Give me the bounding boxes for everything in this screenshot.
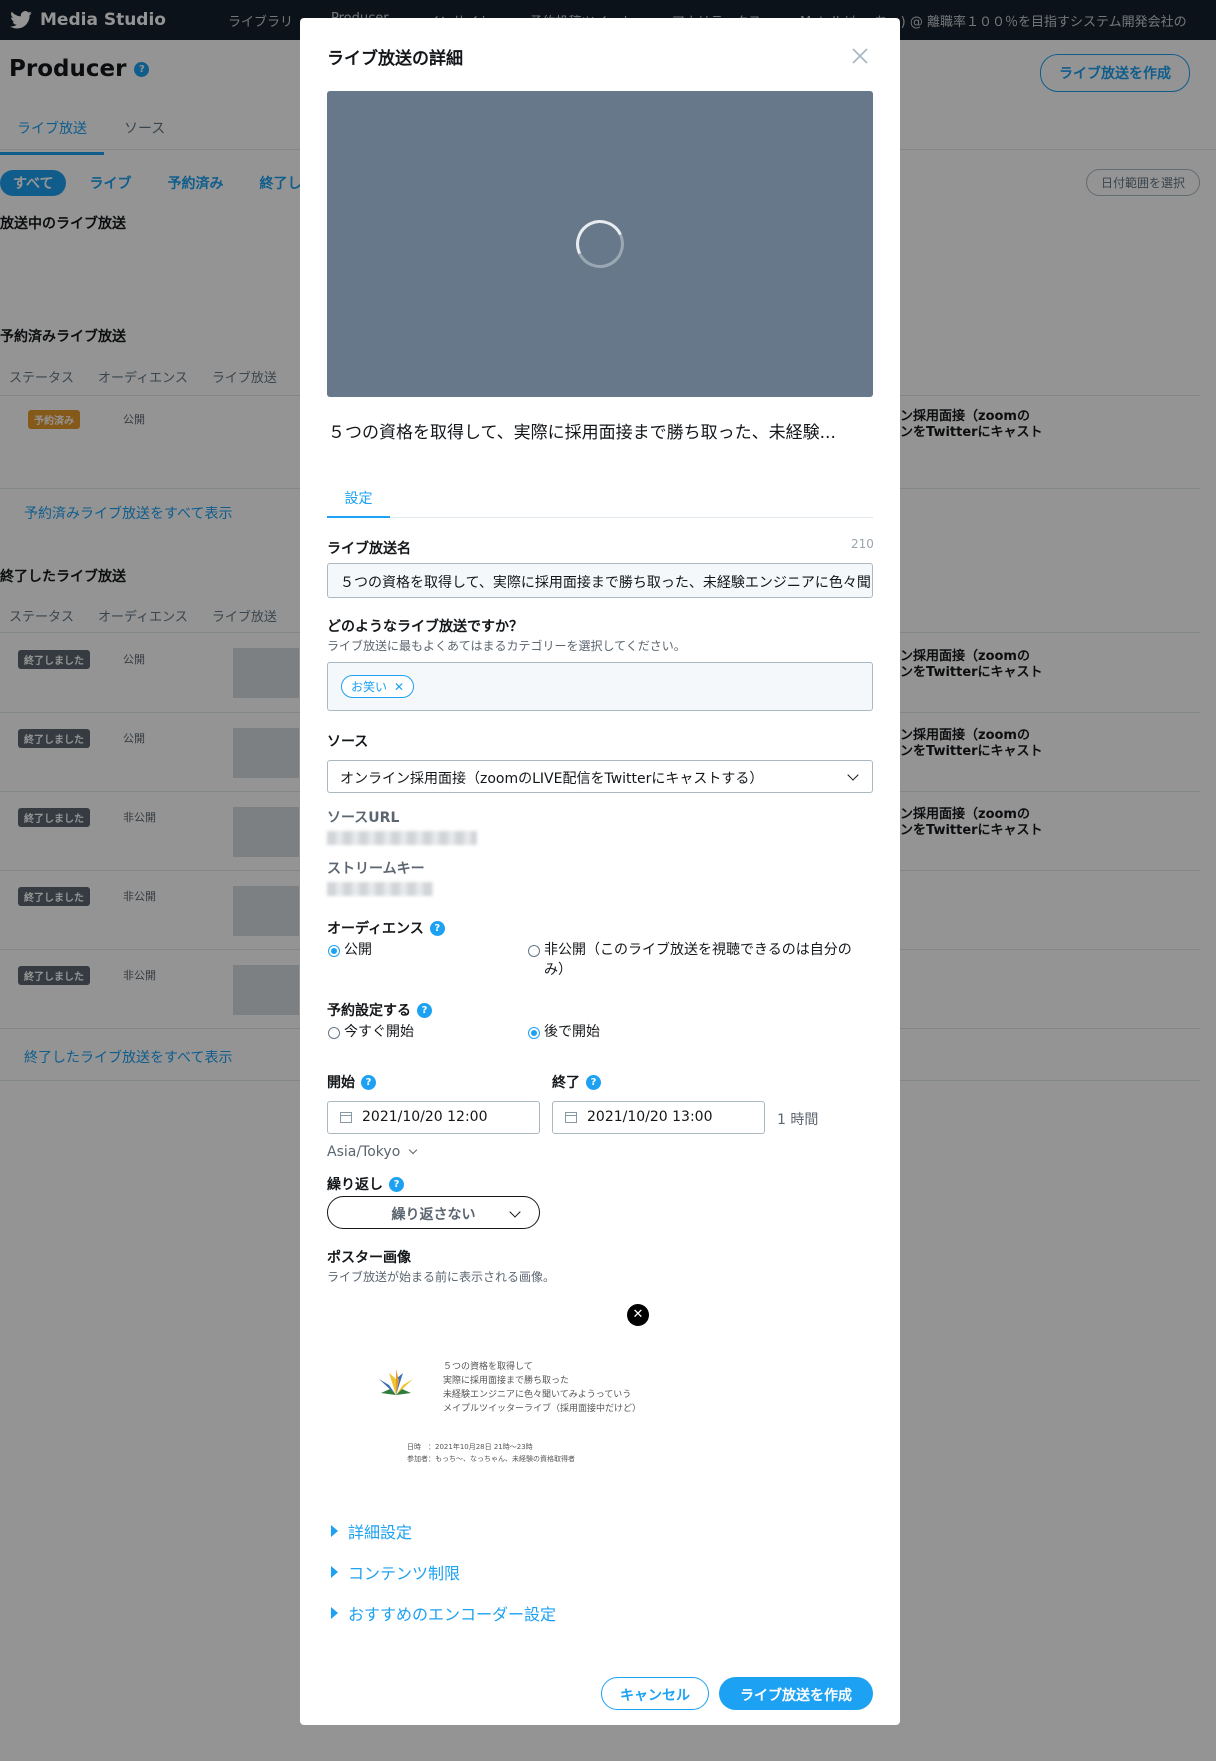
stream-key-label-text: ストリームキー — [327, 861, 425, 877]
help-icon[interactable]: ? — [586, 1074, 601, 1090]
caret-right-icon — [331, 1566, 338, 1578]
duration-text: 1 時間 — [777, 1112, 819, 1128]
end-datetime-input[interactable]: 2021/10/20 13:00 — [552, 1101, 765, 1134]
help-icon[interactable]: ? — [389, 1176, 404, 1192]
chevron-down-icon — [409, 1145, 418, 1155]
modal-title: ライブ放送の詳細 — [327, 49, 463, 69]
radio-unselected-icon[interactable] — [528, 945, 540, 957]
close-icon[interactable] — [848, 44, 872, 68]
loading-spinner-icon — [569, 213, 631, 275]
help-icon[interactable]: ? — [417, 1002, 432, 1018]
calendar-icon — [565, 1112, 577, 1123]
start-datetime-value: 2021/10/20 12:00 — [362, 1109, 488, 1125]
repeat-label-text: 繰り返し — [327, 1177, 383, 1193]
audience-private-label: 非公開（このライブ放送を視聴できるのは自分のみ） — [544, 942, 852, 978]
source-select-value: オンライン採用面接（zoomのLIVE配信をTwitterにキャストする） — [340, 771, 764, 787]
start-now-radio[interactable]: 今すぐ開始 — [328, 1022, 414, 1042]
category-label: どのようなライブ放送ですか？ — [327, 616, 523, 636]
chevron-down-icon — [847, 769, 859, 781]
category-label-text: どのようなライブ放送ですか？ — [327, 619, 523, 635]
create-broadcast-button[interactable]: ライブ放送を作成 — [719, 1677, 873, 1710]
end-label: 終了 ? — [552, 1072, 601, 1092]
audience-private-radio[interactable]: 非公開（このライブ放送を視聴できるのは自分のみ） — [528, 940, 858, 980]
source-label: ソース — [327, 731, 368, 751]
audience-label: オーディエンス ? — [327, 918, 445, 938]
caret-right-icon — [331, 1525, 338, 1537]
start-label: 開始 ? — [327, 1072, 376, 1092]
poster-date: 日時 ：2021年10月28日 21時〜23時 — [407, 1443, 533, 1451]
broadcast-name-input[interactable]: ５つの資格を取得して、実際に採用面接まで勝ち取った、未経験エンジニアに色々聞 — [327, 563, 873, 598]
audience-label-text: オーディエンス — [327, 921, 424, 937]
audience-public-radio[interactable]: 公開 — [328, 940, 372, 960]
source-url-label: ソースURL — [327, 807, 399, 827]
help-icon[interactable]: ? — [429, 920, 445, 936]
stream-key-label: ストリームキー — [327, 858, 425, 878]
broadcast-name-label: ライブ放送名 — [327, 538, 411, 558]
source-url-redacted — [327, 831, 477, 845]
radio-unselected-icon[interactable] — [328, 1027, 340, 1039]
category-input[interactable]: お笑い ✕ — [327, 662, 873, 711]
encoder-settings-toggle[interactable]: おすすめのエンコーダー設定 — [331, 1601, 556, 1625]
character-counter: 210 — [851, 537, 874, 551]
remove-poster-icon[interactable]: ✕ — [627, 1304, 649, 1326]
timezone-select[interactable]: Asia/Tokyo — [327, 1144, 418, 1160]
audience-public-label: 公開 — [344, 942, 372, 958]
poster-text: 未経験エンジニアに色々聞いてみようっていう — [443, 1390, 632, 1400]
content-restrictions-toggle[interactable]: コンテンツ制限 — [331, 1560, 460, 1584]
chevron-down-icon — [509, 1206, 521, 1218]
radio-selected-icon[interactable] — [328, 945, 340, 957]
broadcast-title: ５つの資格を取得して、実際に採用面接まで勝ち取った、未経験... — [328, 423, 836, 443]
poster-text: メイプルツイッターライブ（採用面接中だけど） — [443, 1404, 642, 1414]
content-restrictions-label: コンテンツ制限 — [348, 1564, 461, 1583]
poster-help: ライブ放送が始まる前に表示される画像。 — [327, 1270, 556, 1284]
timezone-value: Asia/Tokyo — [327, 1144, 401, 1160]
advanced-settings-label: 詳細設定 — [348, 1523, 413, 1542]
cancel-button[interactable]: キャンセル — [601, 1677, 709, 1710]
poster-label: ポスター画像 — [327, 1247, 411, 1267]
help-icon[interactable]: ? — [361, 1074, 376, 1090]
stream-key-redacted — [327, 882, 433, 896]
source-select[interactable]: オンライン採用面接（zoomのLIVE配信をTwitterにキャストする） — [327, 760, 873, 793]
start-label-text: 開始 — [327, 1075, 355, 1091]
poster-text: ５つの資格を取得して — [443, 1362, 533, 1372]
repeat-select[interactable]: 繰り返さない — [327, 1196, 540, 1229]
schedule-label: 予約設定する ? — [327, 1000, 432, 1020]
repeat-select-value: 繰り返さない — [391, 1207, 476, 1223]
advanced-settings-toggle[interactable]: 詳細設定 — [331, 1519, 412, 1543]
category-help: ライブ放送に最もよくあてはまるカテゴリーを選択してください。 — [327, 639, 686, 653]
poster-image[interactable]: ５つの資格を取得して 実際に採用面接まで勝ち取った 未経験エンジニアに色々聞いて… — [327, 1306, 647, 1496]
poster-label-text: ポスター画像 — [327, 1250, 411, 1266]
radio-selected-icon[interactable] — [528, 1027, 540, 1039]
source-label-text: ソース — [327, 734, 369, 750]
category-chip[interactable]: お笑い ✕ — [341, 675, 415, 698]
caret-right-icon — [331, 1607, 338, 1619]
repeat-label: 繰り返し ? — [327, 1174, 404, 1194]
maple-leaf-logo-icon — [379, 1369, 413, 1395]
encoder-settings-label: おすすめのエンコーダー設定 — [348, 1605, 557, 1624]
calendar-icon — [340, 1112, 352, 1123]
start-later-radio[interactable]: 後で開始 — [528, 1022, 600, 1042]
schedule-label-text: 予約設定する — [327, 1003, 411, 1019]
remove-chip-icon[interactable]: ✕ — [394, 680, 404, 694]
start-now-label: 今すぐ開始 — [344, 1024, 414, 1040]
category-chip-label: お笑い — [351, 680, 388, 694]
poster-participants: 参加者：もっち〜、なっちゃん、未経験の資格取得者 — [407, 1455, 575, 1463]
start-datetime-input[interactable]: 2021/10/20 12:00 — [327, 1101, 540, 1134]
end-label-text: 終了 — [552, 1075, 580, 1091]
poster-text: 実際に採用面接まで勝ち取った — [443, 1376, 570, 1386]
end-datetime-value: 2021/10/20 13:00 — [587, 1109, 713, 1125]
start-later-label: 後で開始 — [544, 1024, 600, 1040]
broadcast-name-label-text: ライブ放送名 — [327, 541, 411, 557]
tab-settings[interactable]: 設定 — [327, 484, 390, 518]
modal-tabs: 設定 — [327, 484, 873, 518]
video-preview[interactable] — [327, 91, 873, 397]
broadcast-details-modal: ライブ放送の詳細 ５つの資格を取得して、実際に採用面接まで勝ち取った、未経験..… — [300, 18, 900, 1725]
source-url-label-text: ソースURL — [327, 810, 400, 826]
